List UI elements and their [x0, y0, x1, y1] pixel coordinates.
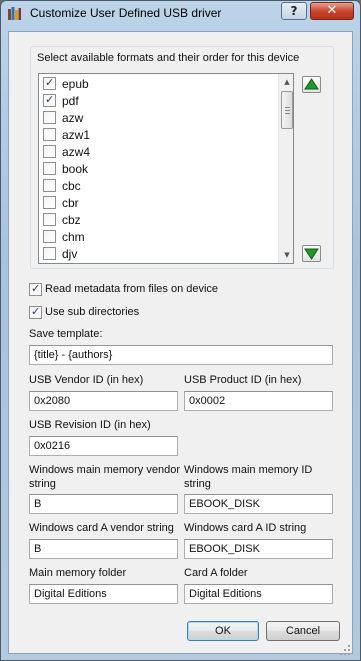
format-checkbox[interactable]	[43, 145, 56, 158]
format-list-item[interactable]: ✓ pdf	[39, 92, 278, 109]
format-list-item[interactable]: azw4	[39, 143, 278, 160]
checkmark-icon: ✓	[45, 76, 55, 89]
card-id-label: Windows card A ID string	[184, 522, 307, 534]
main-folder-label: Main memory folder	[29, 567, 127, 579]
format-checkbox[interactable]	[43, 213, 56, 226]
format-list-item[interactable]: azw	[39, 109, 278, 126]
main-vendor-label: Windows main memory vendor string	[29, 464, 180, 490]
read-metadata-label: Read metadata from files on device	[45, 283, 219, 295]
format-checkbox[interactable]	[43, 128, 56, 141]
scrollbar-thumb[interactable]	[281, 91, 293, 129]
read-metadata-checkbox[interactable]: ✓	[29, 282, 42, 296]
formats-group-label: Select available formats and their order…	[37, 52, 300, 64]
formats-list-scrollbar[interactable]: ▲ ▼	[278, 74, 293, 263]
card-vendor-label: Windows card A vendor string	[29, 522, 174, 534]
format-list-item[interactable]: chm	[39, 228, 278, 245]
format-list-item[interactable]: cbr	[39, 194, 278, 211]
checkmark-icon: ✓	[31, 282, 41, 295]
format-list-item[interactable]: cbz	[39, 211, 278, 228]
save-template-label: Save template:	[29, 328, 103, 340]
resize-grip-icon[interactable]	[339, 644, 351, 656]
save-template-input[interactable]: {title} - {authors}	[29, 345, 333, 365]
green-down-arrow-icon	[304, 248, 319, 260]
format-list-item[interactable]: azw1	[39, 126, 278, 143]
format-list-item[interactable]: cbc	[39, 177, 278, 194]
card-vendor-input[interactable]: B	[29, 539, 178, 559]
format-checkbox[interactable]	[43, 247, 56, 260]
card-folder-label: Card A folder	[184, 567, 248, 579]
format-label: cbc	[62, 179, 81, 193]
format-label: azw4	[62, 145, 91, 159]
format-checkbox[interactable]	[43, 111, 56, 124]
green-up-arrow-icon	[304, 78, 319, 90]
calibre-app-icon	[8, 7, 21, 20]
scroll-up-arrow-icon[interactable]: ▲	[279, 74, 293, 90]
checkmark-icon: ✓	[45, 93, 55, 106]
format-list-item[interactable]: djv	[39, 245, 278, 262]
use-subdirs-checkbox[interactable]: ✓	[29, 305, 42, 319]
format-checkbox[interactable]	[43, 230, 56, 243]
help-button[interactable]: ?	[281, 2, 307, 20]
main-id-label: Windows main memory ID string	[184, 464, 313, 490]
format-label: azw	[62, 111, 84, 125]
move-down-button[interactable]	[302, 245, 321, 262]
usb-product-id-label: USB Product ID (in hex)	[184, 374, 302, 386]
format-label: azw1	[62, 128, 91, 142]
checkmark-icon: ✓	[31, 305, 41, 318]
main-folder-input[interactable]: Digital Editions	[29, 584, 178, 604]
window-title: Customize User Defined USB driver	[30, 6, 222, 20]
cancel-button[interactable]: Cancel	[266, 621, 340, 641]
usb-revision-id-label: USB Revision ID (in hex)	[29, 419, 151, 431]
format-checkbox[interactable]: ✓	[43, 93, 56, 107]
usb-product-id-input[interactable]: 0x0002	[184, 391, 333, 411]
main-vendor-input[interactable]: B	[29, 494, 178, 514]
usb-vendor-id-label: USB Vendor ID (in hex)	[29, 374, 144, 386]
format-label: pdf	[62, 94, 79, 108]
format-label: epub	[62, 77, 89, 91]
usb-revision-id-input[interactable]: 0x0216	[29, 436, 178, 456]
close-button[interactable]: ✕	[310, 2, 354, 20]
format-label: djv	[62, 247, 78, 261]
scroll-down-arrow-icon[interactable]: ▼	[279, 247, 293, 263]
format-checkbox[interactable]	[43, 196, 56, 209]
card-folder-input[interactable]: Digital Editions	[184, 584, 333, 604]
format-list-item[interactable]: ✓ epub	[39, 75, 278, 92]
ok-button[interactable]: OK	[187, 621, 259, 641]
main-id-input[interactable]: EBOOK_DISK	[184, 494, 333, 514]
formats-list[interactable]: ✓ epub ✓ pdf azw azw1 azw4 book cbc cbr cbz chm djv …	[38, 73, 294, 264]
card-id-input[interactable]: EBOOK_DISK	[184, 539, 333, 559]
format-label: book	[62, 162, 89, 176]
format-checkbox[interactable]	[43, 162, 56, 175]
format-label: cbz	[62, 213, 81, 227]
title-bar[interactable]: Customize User Defined USB driver ? ✕	[1, 1, 360, 25]
format-checkbox[interactable]	[43, 179, 56, 192]
move-up-button[interactable]	[302, 76, 321, 93]
format-checkbox[interactable]: ✓	[43, 76, 56, 90]
format-label: cbr	[62, 196, 79, 210]
use-subdirs-label: Use sub directories	[45, 306, 140, 318]
format-list-item[interactable]: book	[39, 160, 278, 177]
usb-vendor-id-input[interactable]: 0x2080	[29, 391, 178, 411]
format-label: chm	[62, 230, 85, 244]
